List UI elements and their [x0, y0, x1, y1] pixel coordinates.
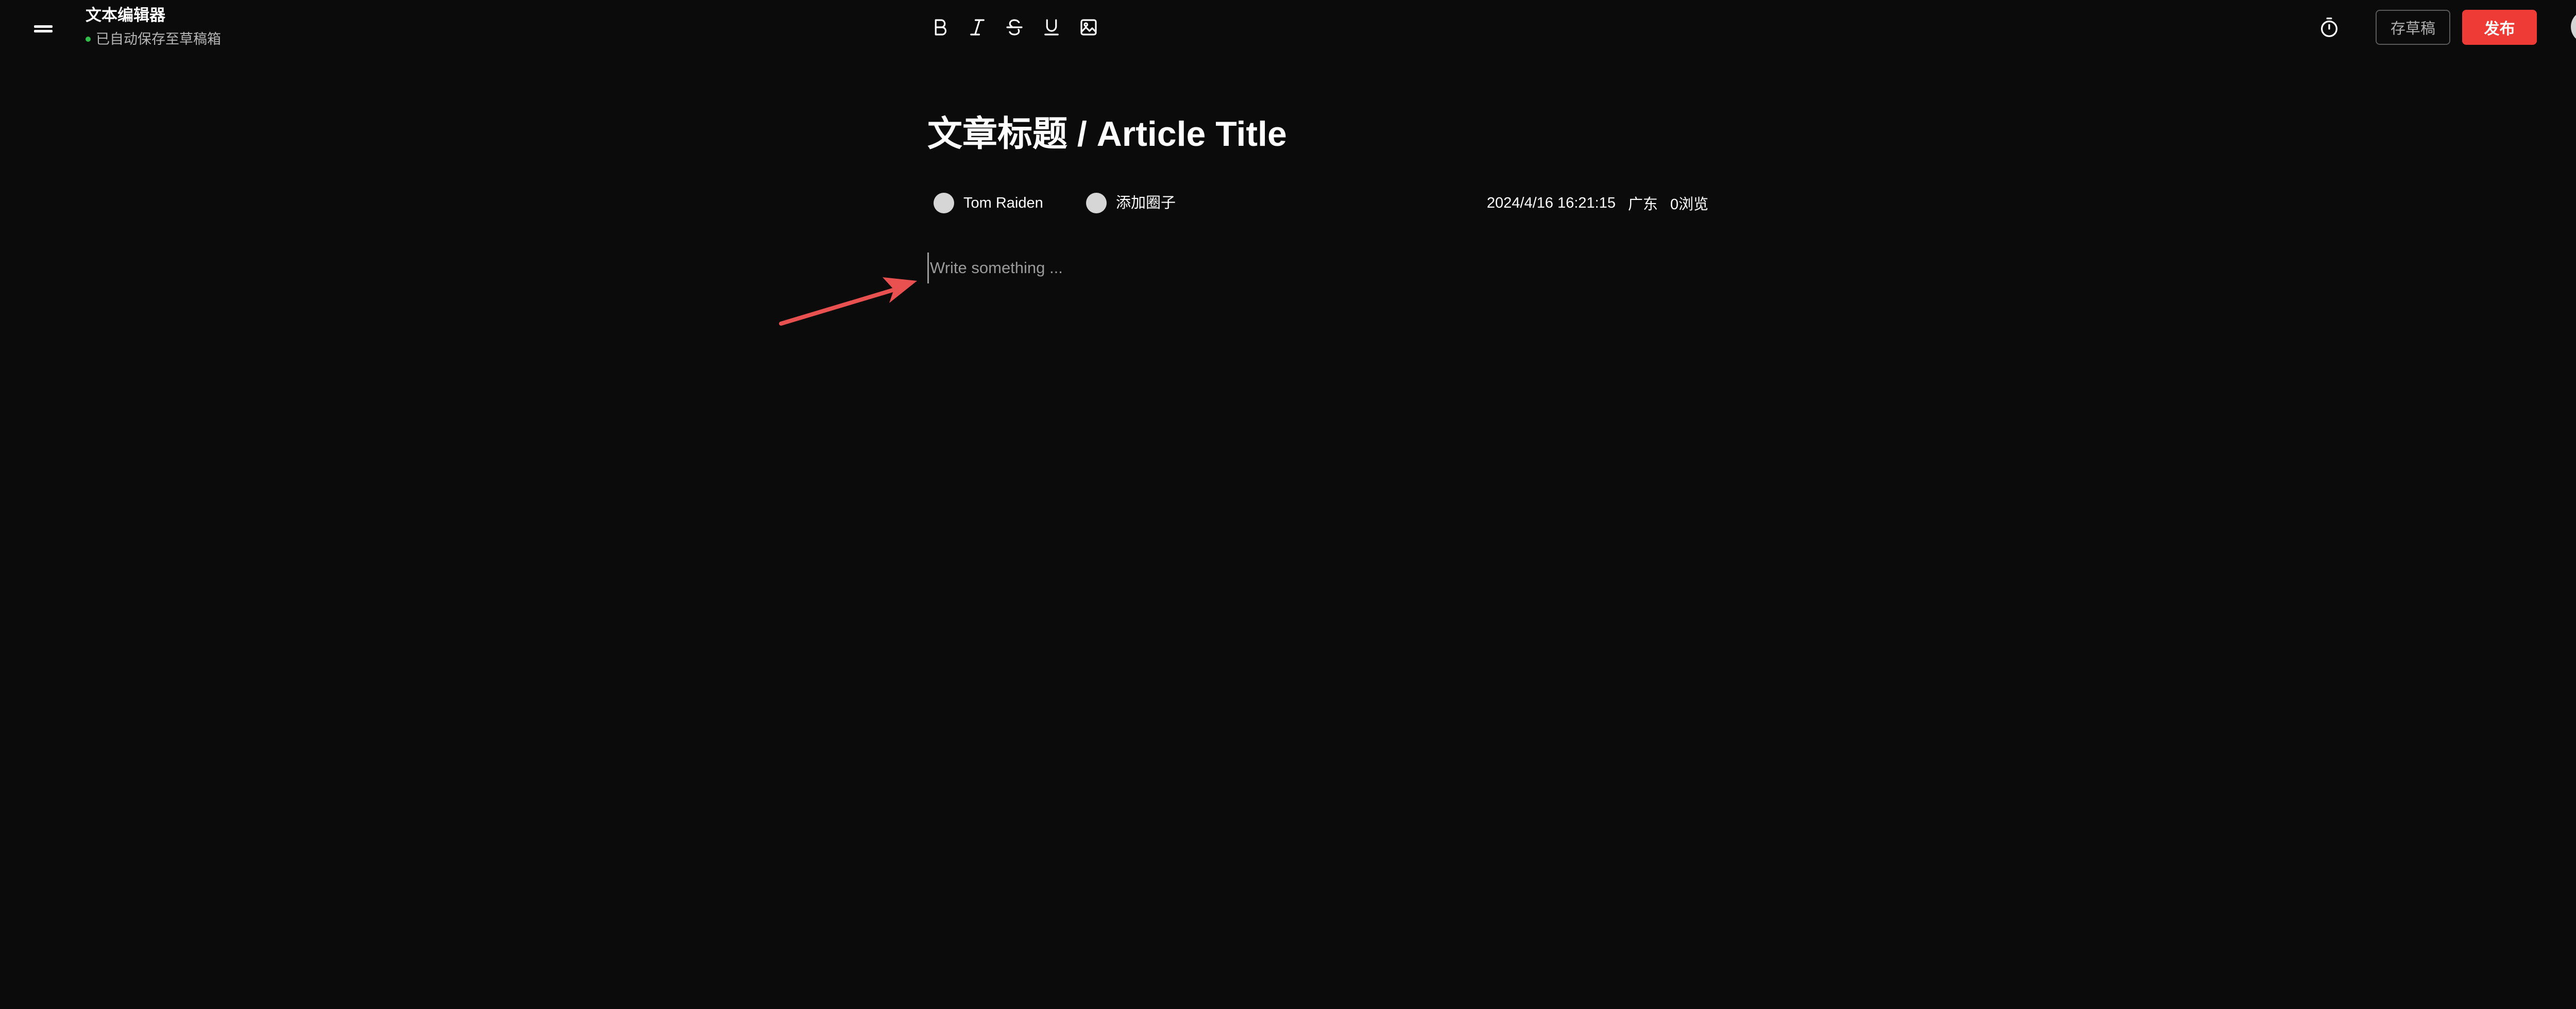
timer-icon[interactable]	[2317, 15, 2341, 39]
publish-datetime: 2024/4/16 16:21:15	[1486, 194, 1616, 211]
image-icon[interactable]	[1076, 14, 1101, 40]
meta-info: 2024/4/16 16:21:15 广东 0浏览	[1487, 192, 1708, 214]
italic-icon[interactable]	[964, 14, 990, 40]
underline-icon[interactable]	[1039, 14, 1064, 40]
add-circle-label: 添加圈子	[1116, 195, 1176, 211]
menu-line	[34, 25, 53, 28]
author-chip[interactable]: Tom Raiden	[934, 192, 1043, 214]
article-meta: Tom Raiden 添加圈子 2024/4/16 16:21:15 广东 0浏…	[934, 192, 1708, 214]
editor-body-input[interactable]	[927, 253, 1710, 283]
menu-icon[interactable]	[32, 21, 57, 35]
view-count: 0浏览	[1670, 196, 1708, 213]
user-avatar[interactable]	[2571, 10, 2576, 43]
app-title: 文本编辑器	[86, 6, 165, 24]
location: 广东	[1628, 196, 1658, 213]
formatting-toolbar	[927, 14, 1113, 40]
save-status: 已自动保存至草稿箱	[86, 31, 221, 47]
save-draft-button[interactable]: 存草稿	[2376, 10, 2450, 45]
bold-icon[interactable]	[927, 14, 953, 40]
circle-avatar	[1086, 193, 1107, 213]
editor-page: 文本编辑器 已自动保存至草稿箱 存草稿 发布 文章标题 / Article Ti…	[0, 0, 2576, 1009]
publish-button[interactable]: 发布	[2462, 10, 2537, 45]
strikethrough-icon[interactable]	[1002, 14, 1027, 40]
article-title[interactable]: 文章标题 / Article Title	[927, 113, 1287, 155]
status-dot-icon	[86, 37, 91, 42]
menu-line	[34, 30, 53, 32]
save-status-text: 已自动保存至草稿箱	[96, 31, 221, 47]
arrow-annotation	[779, 277, 917, 326]
author-avatar	[934, 193, 954, 213]
author-name: Tom Raiden	[963, 195, 1043, 211]
add-circle-button[interactable]: 添加圈子	[1086, 192, 1176, 214]
